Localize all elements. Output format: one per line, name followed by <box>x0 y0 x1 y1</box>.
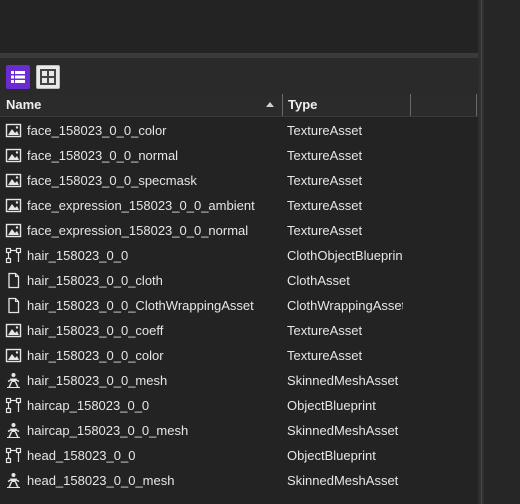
mesh-icon <box>5 372 22 389</box>
asset-name: hair_158023_0_0_color <box>27 348 164 363</box>
asset-list: Name Type face_158023_0_0_color TextureAs… <box>0 94 478 504</box>
column-header: Name Type <box>0 94 478 117</box>
asset-type: ClothObjectBlueprint <box>287 248 403 263</box>
blueprint-icon <box>5 247 22 264</box>
column-resize-handle[interactable] <box>282 94 283 116</box>
list-item[interactable]: head_158023_0_0_mesh SkinnedMeshAsset <box>0 468 478 493</box>
right-panel <box>484 0 520 504</box>
upper-panel <box>0 0 474 53</box>
sort-ascending-icon <box>266 102 274 107</box>
image-icon <box>5 222 22 239</box>
asset-type: TextureAsset <box>287 148 363 163</box>
asset-type: TextureAsset <box>287 173 363 188</box>
view-toolbar <box>0 58 478 94</box>
asset-type: TextureAsset <box>287 348 363 363</box>
asset-name: hair_158023_0_0_coeff <box>27 323 164 338</box>
image-icon <box>5 122 22 139</box>
list-item[interactable]: face_expression_158023_0_0_ambient Textur… <box>0 193 478 218</box>
asset-name: hair_158023_0_0_mesh <box>27 373 168 388</box>
asset-type: ObjectBlueprint <box>287 398 376 413</box>
asset-name: haircap_158023_0_0_mesh <box>27 423 189 438</box>
list-item[interactable]: hair_158023_0_0_coeff TextureAsset <box>0 318 478 343</box>
asset-type: TextureAsset <box>287 223 363 238</box>
list-item[interactable]: hair_158023_0_0_ClothWrappingAsset ClothW… <box>0 293 478 318</box>
list-item[interactable]: hair_158023_0_0 ClothObjectBlueprint <box>0 243 478 268</box>
asset-type: TextureAsset <box>287 123 363 138</box>
asset-name: haircap_158023_0_0 <box>27 398 150 413</box>
blueprint-icon <box>5 447 22 464</box>
asset-type: SkinnedMeshAsset <box>287 473 399 488</box>
list-item[interactable]: head_158023_0_0 ObjectBlueprint <box>0 443 478 468</box>
list-view-icon <box>11 71 25 83</box>
list-item[interactable]: face_158023_0_0_color TextureAsset <box>0 118 478 143</box>
asset-name: face_158023_0_0_normal <box>27 148 179 163</box>
file-icon <box>5 272 22 289</box>
image-icon <box>5 322 22 339</box>
asset-type: TextureAsset <box>287 323 363 338</box>
asset-type: ObjectBlueprint <box>287 448 376 463</box>
file-icon <box>5 297 22 314</box>
asset-name: face_158023_0_0_specmask <box>27 173 197 188</box>
image-icon <box>5 197 22 214</box>
blueprint-icon <box>5 397 22 414</box>
asset-type: ClothAsset <box>287 273 350 288</box>
column-resize-handle[interactable] <box>476 94 477 116</box>
list-item[interactable]: haircap_158023_0_0_mesh SkinnedMeshAsset <box>0 418 478 443</box>
grid-view-icon <box>40 69 56 85</box>
list-item[interactable]: hair_158023_0_0_mesh SkinnedMeshAsset <box>0 368 478 393</box>
asset-name: face_158023_0_0_color <box>27 123 167 138</box>
asset-rows: face_158023_0_0_color TextureAsset face_15… <box>0 118 478 493</box>
list-item[interactable]: face_expression_158023_0_0_normal Texture… <box>0 218 478 243</box>
asset-type: SkinnedMeshAsset <box>287 423 399 438</box>
asset-name: face_expression_158023_0_0_ambient <box>27 198 255 213</box>
asset-name: head_158023_0_0_mesh <box>27 473 175 488</box>
mesh-icon <box>5 472 22 489</box>
list-item[interactable]: face_158023_0_0_normal TextureAsset <box>0 143 478 168</box>
grid-view-button[interactable] <box>36 65 60 89</box>
list-item[interactable]: haircap_158023_0_0 ObjectBlueprint <box>0 393 478 418</box>
list-item[interactable]: face_158023_0_0_specmask TextureAsset <box>0 168 478 193</box>
list-item[interactable]: hair_158023_0_0_cloth ClothAsset <box>0 268 478 293</box>
asset-type: SkinnedMeshAsset <box>287 373 399 388</box>
splitter-line <box>481 0 482 504</box>
list-item[interactable]: hair_158023_0_0_color TextureAsset <box>0 343 478 368</box>
asset-name: face_expression_158023_0_0_normal <box>27 223 249 238</box>
asset-name: hair_158023_0_0 <box>27 248 129 263</box>
image-icon <box>5 147 22 164</box>
image-icon <box>5 172 22 189</box>
column-resize-handle[interactable] <box>410 94 411 116</box>
asset-name: hair_158023_0_0_cloth <box>27 273 163 288</box>
image-icon <box>5 347 22 364</box>
mesh-icon <box>5 422 22 439</box>
asset-type: TextureAsset <box>287 198 363 213</box>
list-view-button[interactable] <box>6 65 30 89</box>
column-header-type[interactable]: Type <box>288 94 317 116</box>
asset-name: hair_158023_0_0_ClothWrappingAsset <box>27 298 254 313</box>
asset-type: ClothWrappingAsset <box>287 298 403 313</box>
column-header-name[interactable]: Name <box>6 94 41 116</box>
asset-name: head_158023_0_0 <box>27 448 136 463</box>
